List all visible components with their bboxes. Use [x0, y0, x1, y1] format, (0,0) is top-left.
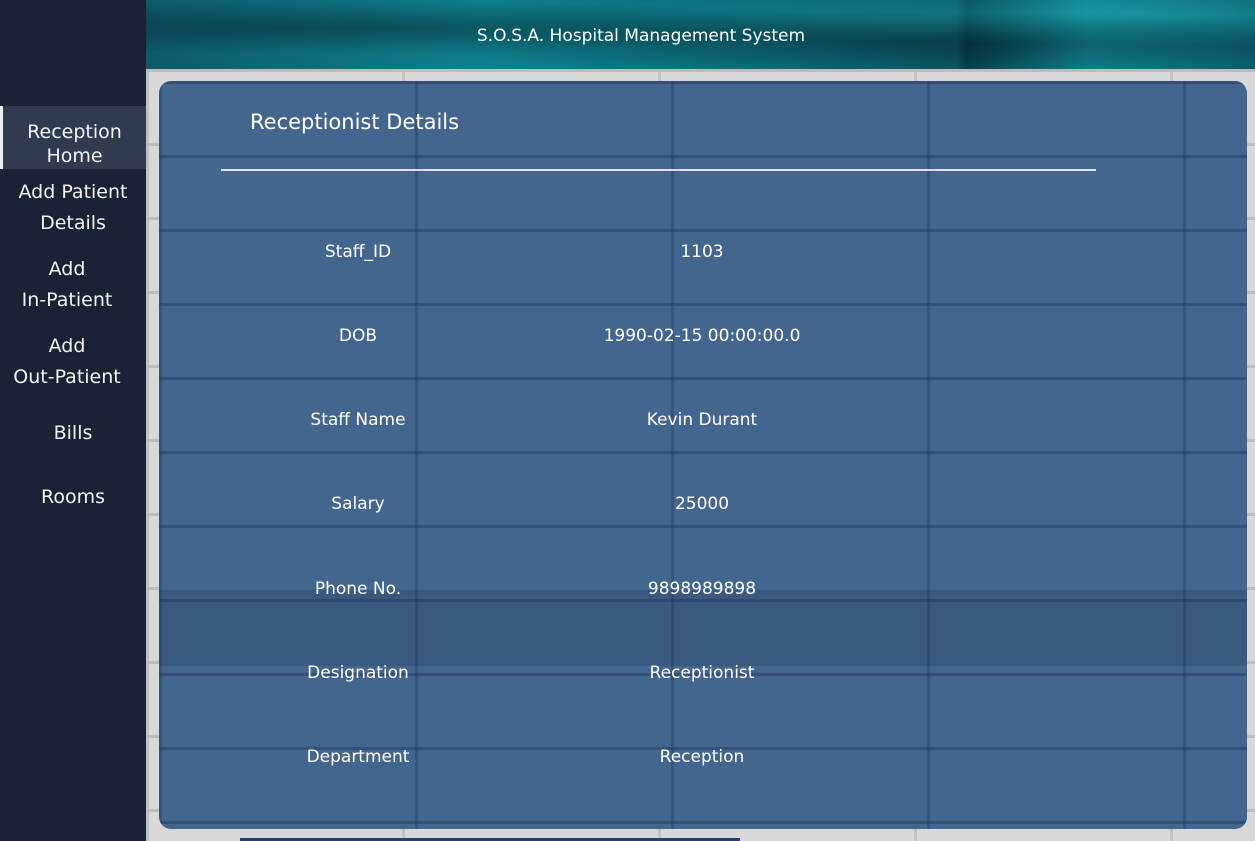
sidebar-item-label: Reception	[27, 121, 122, 143]
header-banner: S.O.S.A. Hospital Management System	[146, 0, 1255, 69]
detail-value: 9898989898	[647, 579, 757, 599]
detail-row-staff-name: Staff Name Kevin Durant	[159, 410, 1247, 434]
detail-row-department: Department Reception	[159, 747, 1247, 771]
detail-label: Staff Name	[310, 410, 406, 430]
detail-row-phone: Phone No. 9898989898	[159, 579, 1247, 603]
detail-row-staff-id: Staff_ID 1103	[159, 242, 1247, 266]
detail-value: 1990-02-15 00:00:00.0	[603, 326, 801, 346]
sidebar-item-label: In-Patient	[21, 289, 113, 311]
detail-row-salary: Salary 25000	[159, 494, 1247, 518]
detail-value: 25000	[674, 494, 730, 514]
sidebar-item-label: Add	[48, 335, 86, 357]
detail-value: 1103	[680, 242, 724, 262]
detail-row-dob: DOB 1990-02-15 00:00:00.0	[159, 326, 1247, 350]
detail-value: Receptionist	[649, 663, 755, 683]
sidebar-item-label: Rooms	[40, 486, 105, 508]
sidebar-item-add-patient-details[interactable]: Add Patient Details	[0, 180, 146, 235]
detail-label: Designation	[307, 663, 409, 683]
detail-label: DOB	[338, 326, 378, 346]
sidebar-item-rooms[interactable]: Rooms	[0, 485, 146, 509]
sidebar: Reception Home Add Patient Details Add I…	[0, 0, 146, 841]
detail-row-designation: Designation Receptionist	[159, 663, 1247, 687]
detail-label: Phone No.	[314, 579, 402, 599]
app-title: S.O.S.A. Hospital Management System	[476, 26, 806, 46]
details-card: Receptionist Details Staff_ID 1103 DOB 1…	[159, 81, 1247, 829]
app-window: Reception Home Add Patient Details Add I…	[0, 0, 1255, 841]
sidebar-item-bills[interactable]: Bills	[0, 421, 146, 445]
sidebar-item-label: Bills	[53, 422, 93, 444]
sidebar-item-add-in-patient[interactable]: Add In-Patient	[0, 257, 140, 312]
page-title: Receptionist Details	[250, 110, 460, 134]
sidebar-item-reception-home[interactable]: Reception Home	[0, 106, 146, 169]
sidebar-item-add-out-patient[interactable]: Add Out-Patient	[0, 334, 140, 389]
detail-label: Staff_ID	[324, 242, 392, 262]
sidebar-item-label: Out-Patient	[13, 366, 121, 388]
detail-value: Reception	[659, 747, 745, 767]
detail-label: Salary	[331, 494, 385, 514]
sidebar-item-label: Home	[46, 145, 103, 167]
sidebar-item-label: Add Patient	[18, 181, 128, 203]
detail-label: Department	[306, 747, 410, 767]
sidebar-item-label: Details	[40, 212, 106, 234]
title-divider	[221, 169, 1096, 171]
sidebar-item-label: Add	[48, 258, 86, 280]
detail-value: Kevin Durant	[646, 410, 758, 430]
